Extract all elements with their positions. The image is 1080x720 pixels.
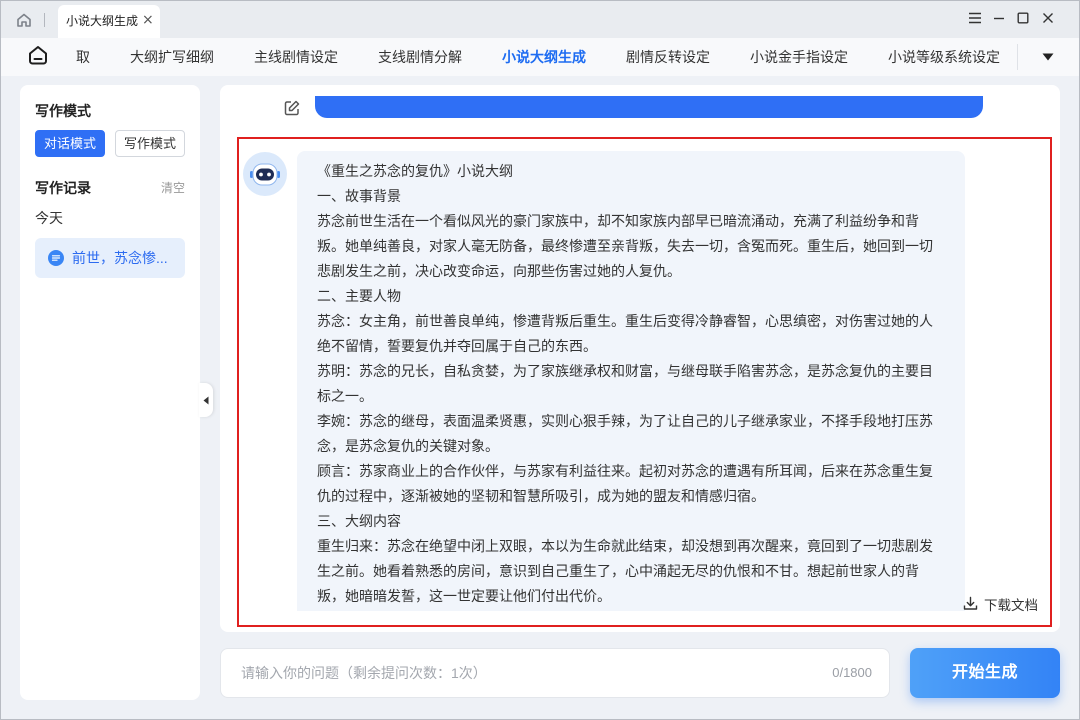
message-line: 生之前。她看着熟悉的房间，意识到自己重生了，心中涌起无尽的仇恨和不甘。想起前世家… [317, 563, 919, 579]
message-line: 标之一。 [317, 388, 373, 404]
title-bar-separator [44, 13, 45, 27]
minimize-icon[interactable] [987, 6, 1011, 30]
home-icon[interactable] [26, 43, 50, 67]
message-line: 苏明：苏念的兄长，自私贪婪，为了家族继承权和财富，与继母联手陷害苏念，是苏念复仇… [317, 363, 933, 379]
maximize-icon[interactable] [1011, 6, 1035, 30]
clear-history-button[interactable]: 清空 [161, 179, 185, 197]
user-message-bubble [315, 96, 983, 118]
message-line: 顾言：苏家商业上的合作伙伴，与苏家有利益往来。起初对苏念的遭遇有所耳闻，后来在苏… [317, 463, 933, 479]
sidebar-collapse-handle[interactable] [199, 383, 213, 417]
home-icon[interactable] [16, 12, 32, 28]
start-generate-button[interactable]: 开始生成 [910, 648, 1060, 698]
document-tab-title: 小说大纲生成 [66, 14, 139, 28]
feature-nav-bar: 取 大纲扩写细纲 主线剧情设定 支线剧情分解 小说大纲生成 剧情反转设定 小说金… [0, 38, 1080, 76]
message-section-heading: 一、故事背景 [317, 188, 401, 204]
message-line: 叛。她单纯善良，对家人毫无防备，最终惨遭至亲背叛，失去一切，含冤而死。重生后，她… [317, 238, 933, 254]
title-bar: 小说大纲生成 × [0, 0, 1080, 38]
history-item[interactable]: 前世，苏念惨... [35, 238, 185, 278]
close-icon[interactable] [1036, 6, 1060, 30]
message-line: 念，是苏念复仇的关键对象。 [317, 438, 499, 454]
writing-mode-button[interactable]: 写作模式 [115, 130, 185, 157]
message-line: 叛，她暗暗发誓，这一世定要让他们付出代价。 [317, 588, 611, 604]
robot-avatar-icon [243, 152, 287, 196]
tab-subplot[interactable]: 支线剧情分解 [378, 47, 462, 67]
chevron-down-icon[interactable] [1040, 51, 1056, 63]
message-line: 悲剧发生之前，决心改变命运，向那些伤害过她的人复仇。 [317, 263, 681, 279]
nav-tabs-scroll-area[interactable]: 取 大纲扩写细纲 主线剧情设定 支线剧情分解 小说大纲生成 剧情反转设定 小说金… [70, 38, 1017, 76]
message-line: 苏念：女主角，前世善良单纯，惨遭背叛后重生。重生后变得冷静睿智，心思缜密，对伤害… [317, 313, 933, 329]
question-input-box: 0/1800 [220, 648, 890, 698]
message-section-heading: 二、主要人物 [317, 288, 401, 304]
history-item-label: 前世，苏念惨... [72, 250, 168, 266]
message-line: 仇的过程中，逐渐被她的坚韧和智慧所吸引，成为她的盟友和情感归宿。 [317, 488, 765, 504]
message-section-heading: 三、大纲内容 [317, 513, 401, 529]
tab-main-plot[interactable]: 主线剧情设定 [254, 47, 338, 67]
tab-extract[interactable]: 取 [76, 47, 90, 67]
message-title: 《重生之苏念的复仇》小说大纲 [317, 163, 513, 179]
tab-novel-outline[interactable]: 小说大纲生成 [502, 47, 586, 67]
char-counter: 0/1800 [832, 665, 872, 680]
message-line: 李婉：苏念的继母，表面温柔贤惠，实则心狠手辣，为了让自己的儿子继承家业，不择手段… [317, 413, 933, 429]
chat-panel: 《重生之苏念的复仇》小说大纲 一、故事背景 苏念前世生活在一个看似风光的豪门家族… [220, 85, 1060, 632]
bot-message-bubble: 《重生之苏念的复仇》小说大纲 一、故事背景 苏念前世生活在一个看似风光的豪门家族… [297, 151, 965, 611]
download-document-button[interactable]: 下载文档 [963, 596, 1038, 616]
document-tab[interactable]: 小说大纲生成 × [58, 5, 160, 38]
tab-outline-expand[interactable]: 大纲扩写细纲 [130, 47, 214, 67]
tab-plot-twist[interactable]: 剧情反转设定 [626, 47, 710, 67]
download-icon [963, 596, 978, 616]
nav-tabs: 取 大纲扩写细纲 主线剧情设定 支线剧情分解 小说大纲生成 剧情反转设定 小说金… [70, 38, 1017, 76]
download-label: 下载文档 [984, 598, 1038, 613]
writing-mode-heading: 写作模式 [35, 103, 91, 119]
edit-icon[interactable] [283, 99, 301, 117]
message-line: 苏念前世生活在一个看似风光的豪门家族中，却不知家族内部早已暗流涌动，充满了利益纷… [317, 213, 919, 229]
message-line: 绝不留情，誓要复仇并夺回属于自己的东西。 [317, 338, 597, 354]
tab-golden-finger[interactable]: 小说金手指设定 [750, 47, 848, 67]
history-group-label: 今天 [35, 210, 63, 226]
chat-mode-button[interactable]: 对话模式 [35, 130, 105, 157]
tab-level-system[interactable]: 小说等级系统设定 [888, 47, 1000, 67]
menu-icon[interactable] [963, 6, 987, 30]
message-line: 重生归来：苏念在绝望中闭上双眼，本以为生命就此结束，却没想到再次醒来，竟回到了一… [317, 538, 933, 554]
chat-scroll-area[interactable]: 《重生之苏念的复仇》小说大纲 一、故事背景 苏念前世生活在一个看似风光的豪门家族… [220, 96, 1060, 611]
writing-history-heading: 写作记录 [35, 180, 91, 196]
question-input[interactable] [241, 649, 821, 697]
tab-close-icon[interactable]: × [142, 12, 154, 28]
chevron-left-icon [203, 396, 209, 404]
nav-separator [1017, 44, 1018, 70]
chat-history-icon [48, 250, 64, 266]
sidebar: 写作模式 对话模式 写作模式 写作记录 清空 今天 前世，苏念惨... [20, 85, 200, 700]
